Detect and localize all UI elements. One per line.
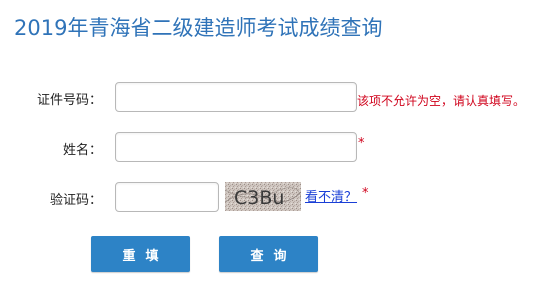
name-row: 姓名： * xyxy=(0,132,560,164)
captcha-image[interactable]: C3Bu xyxy=(225,182,301,211)
captcha-refresh-link[interactable]: 看不清？ xyxy=(305,186,357,205)
name-required-mark: * xyxy=(358,136,365,151)
id-number-label: 证件号码： xyxy=(36,93,102,108)
id-number-input[interactable] xyxy=(115,82,357,112)
page-title: 2019年青海省二级建造师考试成绩查询 xyxy=(14,16,383,40)
captcha-text: C3Bu xyxy=(234,187,284,209)
name-label: 姓名： xyxy=(62,143,102,158)
name-input[interactable] xyxy=(115,132,357,162)
captcha-required-mark: * xyxy=(362,186,369,201)
captcha-label: 验证码： xyxy=(49,193,102,208)
query-button[interactable]: 查询 xyxy=(219,236,318,272)
reset-button[interactable]: 重填 xyxy=(91,236,190,272)
captcha-input[interactable] xyxy=(115,182,219,212)
captcha-row: 验证码： C3Bu 看不清？ * xyxy=(0,182,560,214)
id-number-error-hint: 该项不允许为空，请认真填写。 xyxy=(357,94,526,108)
id-number-row: 证件号码： 该项不允许为空，请认真填写。 xyxy=(0,82,560,114)
